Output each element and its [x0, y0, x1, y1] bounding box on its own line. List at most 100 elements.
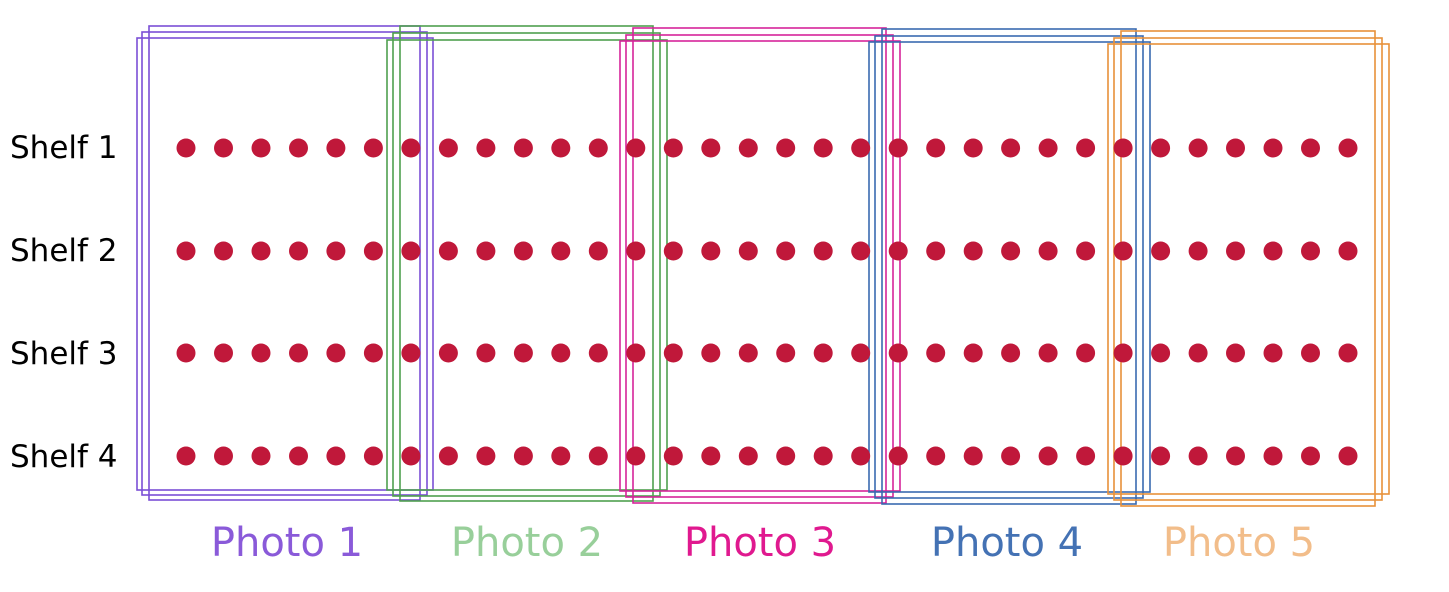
photo-4-frame-3 [881, 28, 1137, 505]
shelf-item-dot [776, 343, 796, 363]
shelf-item-dot [926, 138, 946, 158]
shelf-item-dot [401, 343, 421, 363]
shelf-item-dot [588, 343, 608, 363]
shelf-item-dot [813, 241, 833, 261]
shelf-item-dot [1338, 138, 1358, 158]
shelf-item-dot [888, 138, 908, 158]
photo-1-frame-3 [148, 25, 421, 501]
shelf-item-dot [663, 343, 683, 363]
shelf-item-dot [1188, 343, 1208, 363]
shelf-item-dot [626, 343, 646, 363]
shelf-item-dot [476, 446, 496, 466]
shelf-item-dot [776, 138, 796, 158]
shelf-item-dot [1301, 138, 1320, 158]
shelf-item-dot [888, 446, 908, 466]
photo-3-frame-1 [619, 40, 901, 492]
shelf-item-dot [1226, 343, 1245, 363]
shelf-item-dot [1188, 138, 1208, 158]
photo-5-frame-2 [1113, 37, 1383, 501]
photo-2-frame-1 [386, 39, 668, 491]
shelf-item-dot [963, 138, 983, 158]
photo-label-2: Photo 2 [451, 520, 603, 566]
shelf-item-dot [626, 241, 646, 261]
shelf-item-dot [1338, 241, 1358, 261]
shelf-item-dot [513, 138, 533, 158]
shelf-item-dot [551, 241, 571, 261]
shelf-item-dot [1151, 241, 1171, 261]
shelf-item-dot [363, 343, 383, 363]
shelf-item-dot [214, 446, 233, 466]
shelf-item-dot [1151, 138, 1171, 158]
shelf-item-dot [663, 446, 683, 466]
shelf-item-dot [513, 241, 533, 261]
shelf-item-dot [1301, 343, 1320, 363]
shelf-item-dot [626, 138, 646, 158]
shelf-photo-coverage-diagram: Shelf 1 Shelf 2 Shelf 3 Shelf 4 Photo 1 … [10, 25, 1390, 566]
shelf-item-dot [963, 241, 983, 261]
shelf-item-dot [551, 138, 571, 158]
shelf-item-dot [738, 446, 758, 466]
shelf-item-dot [701, 343, 721, 363]
photo-frames [136, 25, 1390, 507]
shelf-item-dot [1151, 446, 1171, 466]
shelf-item-dot [1263, 241, 1283, 261]
shelf-item-dot [701, 241, 721, 261]
shelf-items [176, 138, 1358, 466]
shelf-item-dot [176, 241, 196, 261]
photo-2-frame-group [386, 25, 668, 502]
shelf-item-dot [813, 138, 833, 158]
shelf-item-dot [438, 343, 458, 363]
shelf-item-dot [1301, 446, 1320, 466]
shelf-item-dot [438, 138, 458, 158]
shelf-item-dot [1338, 343, 1358, 363]
shelf-3-items [176, 343, 1358, 363]
shelf-item-dot [851, 446, 871, 466]
shelf-item-dot [1338, 446, 1358, 466]
shelf-item-dot [476, 138, 496, 158]
shelf-item-dot [1038, 138, 1058, 158]
shelf-item-dot [1113, 343, 1133, 363]
shelf-item-dot [1076, 446, 1096, 466]
shelf-item-dot [1038, 343, 1058, 363]
shelf-item-dot [176, 343, 196, 363]
shelf-item-dot [701, 138, 721, 158]
photo-3-frame-3 [632, 27, 887, 504]
shelf-item-dot [851, 241, 871, 261]
photo-5-frame-3 [1120, 30, 1376, 507]
shelf-item-dot [888, 343, 908, 363]
shelf-item-dot [401, 138, 421, 158]
shelf-item-dot [588, 138, 608, 158]
shelf-item-dot [1226, 446, 1245, 466]
shelf-item-dot [1001, 241, 1021, 261]
shelf-item-dot [551, 343, 571, 363]
shelf-item-dot [663, 241, 683, 261]
shelf-item-dot [1113, 446, 1133, 466]
photo-1-frame-2 [141, 31, 428, 496]
photo-labels: Photo 1 Photo 2 Photo 3 Photo 4 Photo 5 [211, 520, 1315, 566]
shelf-item-dot [926, 241, 946, 261]
shelf-item-dot [326, 343, 346, 363]
shelf-item-dot [1263, 446, 1283, 466]
photo-4-frame-2 [874, 35, 1144, 499]
shelf-item-dot [1038, 241, 1058, 261]
shelf-item-dot [701, 446, 721, 466]
photo-1-frame-1 [136, 37, 434, 491]
shelf-item-dot [1038, 446, 1058, 466]
shelf-item-dot [963, 343, 983, 363]
shelf-item-dot [1188, 241, 1208, 261]
shelf-item-dot [1263, 343, 1283, 363]
shelf-item-dot [176, 138, 196, 158]
shelf-item-dot [1226, 241, 1245, 261]
shelf-item-dot [926, 343, 946, 363]
shelf-item-dot [776, 241, 796, 261]
shelf-item-dot [289, 343, 308, 363]
shelf-item-dot [1263, 138, 1283, 158]
shelf-item-dot [251, 446, 271, 466]
shelf-item-dot [1076, 138, 1096, 158]
shelf-item-dot [363, 446, 383, 466]
shelf-item-dot [926, 446, 946, 466]
photo-label-5: Photo 5 [1163, 520, 1315, 566]
photo-1-frame-group [136, 25, 434, 501]
photo-2-frame-3 [399, 25, 654, 502]
shelf-item-dot [813, 446, 833, 466]
